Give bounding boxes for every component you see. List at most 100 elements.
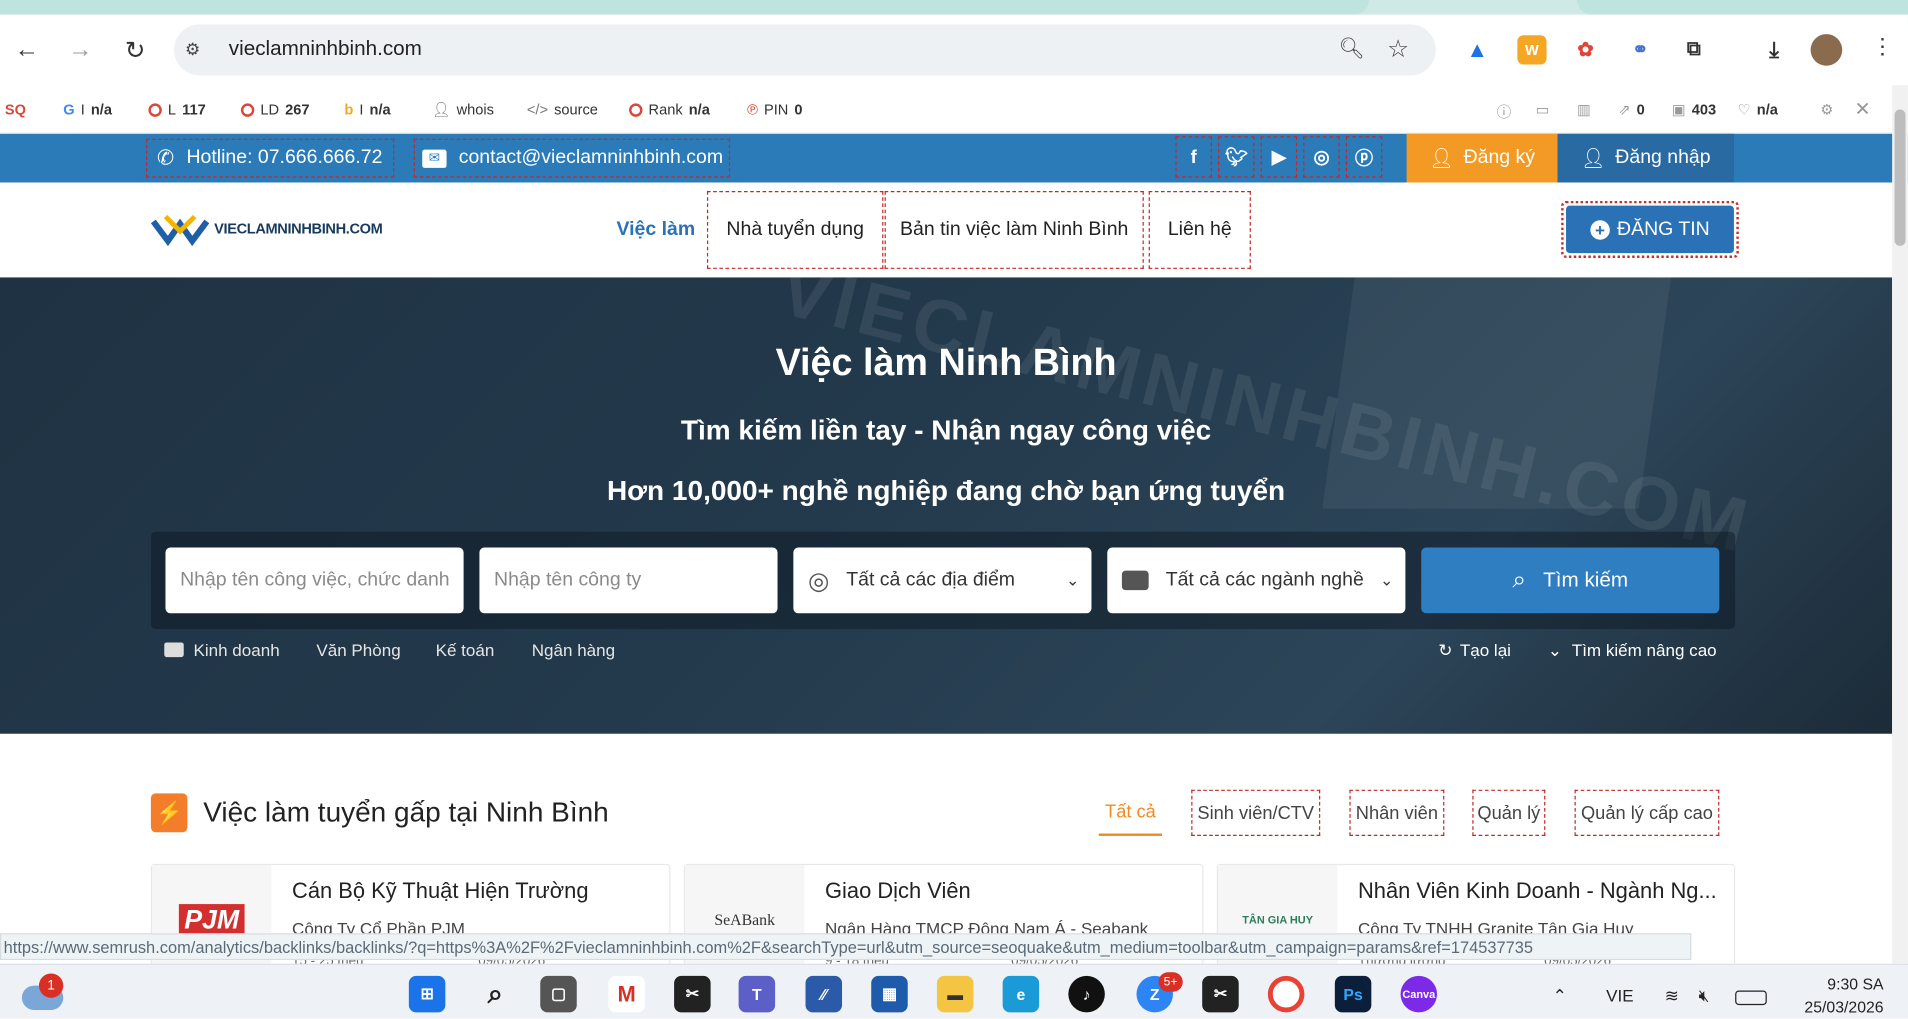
wifi-icon[interactable]: ≋ [1665,986,1679,1007]
seo-l[interactable]: L 117 [148,101,206,118]
quick-tag-van-phong[interactable]: Văn Phòng [316,640,400,659]
seo-whois[interactable]: 👤︎ whois [432,101,494,118]
facebook-icon[interactable]: f [1175,136,1212,178]
seo-heart-value: n/a [1756,100,1778,119]
quick-tag-ngan-hang[interactable]: Ngân hàng [532,640,615,659]
store-icon[interactable]: ▦ [871,975,908,1013]
tray-chevron-up-icon[interactable]: ⌃ [1553,986,1567,1007]
seo-google-index[interactable]: G I n/a [63,101,112,118]
seo-rank-label: Rank [648,100,683,119]
battery-icon[interactable] [1735,990,1767,1006]
quick-tag-kinh-doanh[interactable]: Kinh doanh [164,640,280,660]
site-logo[interactable]: VIECLAMNINHBINH.COM [150,209,383,248]
seoquake-icon[interactable]: ✿ [1570,35,1601,65]
seo-pin-value: 0 [794,100,803,119]
hotline-link[interactable]: ✆ Hotline: 07.666.666.72 [146,138,395,178]
scrollbar-thumb[interactable] [1894,109,1906,246]
windows-start-icon[interactable]: ⊞ [408,975,446,1013]
site-info-icon[interactable]: ⚙ [185,39,200,60]
chart-icon[interactable]: ▥ [1577,101,1591,118]
company-input[interactable] [494,569,778,592]
login-button[interactable]: 👤︎ Đăng nhập [1557,133,1734,183]
todo-icon[interactable]: ⁄⁄ [805,975,843,1013]
bookmark-star-icon[interactable]: ☆ [1387,34,1409,64]
seoquake-logo-icon[interactable]: SQ [5,101,26,118]
seo-rank[interactable]: Rank n/a [629,101,710,118]
login-label: Đăng nhập [1615,147,1711,168]
tiktok-icon[interactable]: ♪ [1068,975,1105,1013]
photoshop-icon[interactable]: Ps [1334,975,1372,1013]
seo-heart[interactable]: ♡ n/a [1738,101,1778,118]
browser-menu-icon[interactable]: ⋮ [1871,34,1893,60]
search-icon[interactable]: ⌕ [477,976,514,1013]
clock-date[interactable]: 25/03/2026 [1786,998,1883,1016]
seoquake-bar: SQ G I n/a L 117 LD 267 b I n/a 👤︎ whois… [0,85,1908,134]
menu-viec-lam[interactable]: Việc làm [605,191,707,269]
menu-lien-he[interactable]: Liên hệ [1148,191,1251,269]
job-title-field[interactable] [165,547,464,614]
tab-quan-ly[interactable]: Quản lý [1472,789,1546,836]
search-button[interactable]: ⌕ Tìm kiếm [1421,547,1720,614]
monitor-icon[interactable]: ▭ [1536,101,1550,118]
user-plus-icon: 👤︎ [1429,148,1454,170]
forward-icon[interactable]: → [63,33,97,67]
reset-button[interactable]: ↻ Tạo lại [1438,640,1511,661]
register-button[interactable]: 👤︎ Đăng ký [1406,133,1558,183]
gmail-icon[interactable]: M [608,975,645,1013]
pinterest-icon[interactable]: ⓟ [1345,136,1383,178]
clock-time[interactable]: 9:30 SA [1803,975,1883,993]
seo-bing[interactable]: b I n/a [344,101,390,118]
chevron-down-icon: ⌄ [1547,640,1563,660]
menu-ban-tin[interactable]: Bản tin việc làm Ninh Bình [884,191,1144,269]
tab-nhan-vien[interactable]: Nhân viên [1349,789,1445,836]
location-select[interactable]: ◎ Tất cả các địa điểm ⌄ [793,547,1092,614]
settings-gear-icon[interactable]: ⚙ [1820,101,1833,118]
tab-quan-ly-cap-cao[interactable]: Quản lý cấp cao [1574,789,1720,836]
company-field[interactable] [479,547,778,614]
seo-ld[interactable]: LD 267 [240,101,310,118]
teams-icon[interactable]: T [738,975,776,1013]
webp-extension-icon[interactable]: W [1517,35,1547,65]
youtube-icon[interactable]: ▶ [1260,136,1298,178]
active-tab[interactable] [0,0,1369,15]
email-link[interactable]: ✉ contact@vieclamninhbinh.com [413,138,731,178]
language-indicator[interactable]: VIE [1606,986,1633,1005]
circle-icon [629,102,643,117]
canva-icon[interactable]: Canva [1400,975,1438,1013]
task-view-icon[interactable]: ▢ [540,975,577,1013]
google-drive-icon[interactable]: ▲ [1462,35,1492,65]
post-job-button[interactable]: + ĐĂNG TIN [1561,200,1739,258]
external-link-icon: ⇗ [1618,100,1631,119]
seo-g-value: n/a [90,100,112,119]
capcut-icon[interactable]: ✂ [674,975,711,1013]
zoom-icon[interactable]: 🔍︎ [1338,37,1364,61]
extensions-puzzle-icon[interactable]: ⧉ [1679,35,1709,65]
back-icon[interactable]: ← [10,33,44,67]
code-icon: </> [526,100,548,119]
reload-icon[interactable]: ↻ [118,33,152,67]
quick-tag-ke-toan[interactable]: Kế toán [436,640,495,659]
profile-avatar[interactable] [1810,34,1843,66]
chrome-icon[interactable] [1267,975,1305,1013]
info-icon[interactable]: ⓘ [1497,101,1512,122]
link-extension-icon[interactable]: ⚭ [1625,35,1655,65]
tab-tat-ca[interactable]: Tất cả [1098,790,1163,836]
seo-pin[interactable]: ℗ PIN 0 [747,101,802,118]
industry-select[interactable]: Tất cả các ngành nghề ⌄ [1107,547,1406,614]
download-icon[interactable]: ⤓ [1759,35,1789,65]
capcut-2-icon[interactable]: ✂ [1202,975,1239,1013]
volume-muted-icon[interactable]: 🔇︎ [1699,986,1710,1007]
close-icon[interactable]: ✕ [1854,97,1870,121]
seo-pages[interactable]: ▣ 403 [1672,101,1716,118]
inactive-tab[interactable] [1576,0,1908,15]
instagram-icon[interactable]: ◎ [1303,136,1340,178]
job-title-input[interactable] [180,569,464,592]
tab-sinh-vien[interactable]: Sinh viên/CTV [1191,789,1321,836]
hero-tagline: Hơn 10,000+ nghề nghiệp đang chờ bạn ứng… [606,474,1286,507]
twitter-icon[interactable]: 🐦︎ [1218,136,1255,178]
seo-external-links[interactable]: ⇗ 0 [1618,101,1644,118]
advanced-search-toggle[interactable]: ⌄ Tìm kiếm nâng cao [1548,640,1717,661]
file-explorer-icon[interactable]: ▬ [936,975,974,1013]
seo-source[interactable]: </> source [527,101,598,118]
edge-icon[interactable]: e [1002,975,1040,1013]
